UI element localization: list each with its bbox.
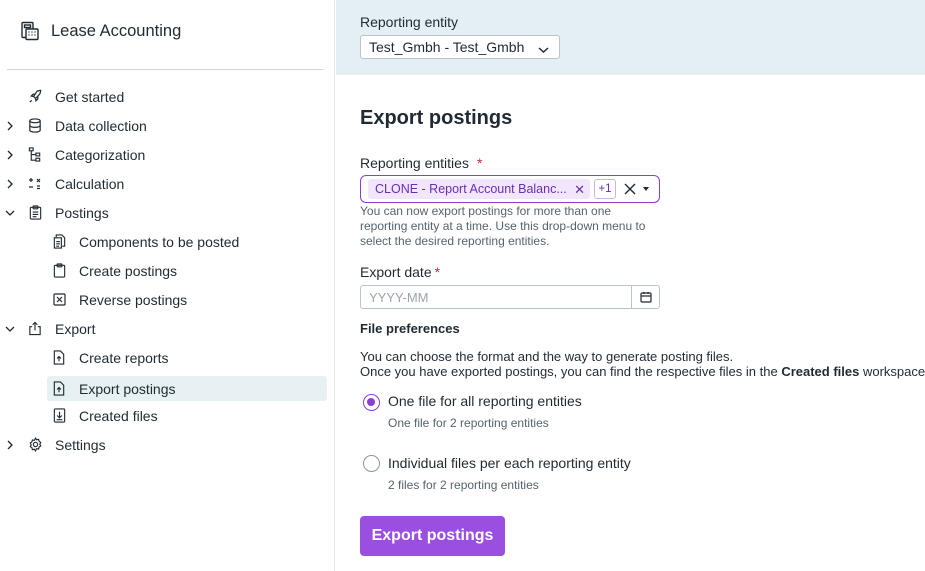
more-selected-badge[interactable]: +1 [594,179,616,199]
selected-entity-chip: CLONE - Report Account Balanc... ✕ [368,179,590,199]
export-date-label: Export date * [360,264,441,280]
required-mark: * [476,155,483,171]
chevron-down-icon [538,41,549,57]
reporting-entities-multiselect[interactable]: CLONE - Report Account Balanc... ✕ +1 [360,175,660,203]
chip-label: CLONE - Report Account Balanc... [375,182,567,196]
hierarchy-icon [27,147,43,163]
sidebar-divider [7,69,323,70]
sidebar-item-settings[interactable]: Settings [0,432,335,457]
calculator-icon [21,21,39,41]
required-mark: * [434,264,441,280]
sidebar-item-export[interactable]: Export [0,316,335,341]
sidebar: Lease Accounting Get started Data collec… [0,0,335,571]
chip-remove-icon[interactable]: ✕ [574,182,585,198]
documents-icon [51,234,67,250]
sidebar-item-categorization[interactable]: Categorization [0,142,335,167]
sidebar-item-label: Get started [55,88,125,105]
chevron-right-icon[interactable] [4,120,16,132]
sidebar-item-reverse-postings[interactable]: Reverse postings [0,287,327,312]
created-files-reference: Created files [781,364,860,379]
sidebar-item-label: Export postings [79,380,176,397]
export-icon [27,321,43,337]
file-preferences-desc-2: Once you have exported postings, you can… [360,364,925,379]
sidebar-item-created-files[interactable]: Created files [0,403,327,428]
page-title: Export postings [360,107,513,129]
main-content: Reporting entity Test_Gmbh - Test_Gmbh E… [336,0,925,571]
radio-individual-files[interactable] [363,455,380,472]
sidebar-item-data-collection[interactable]: Data collection [0,113,335,138]
export-date-input[interactable] [361,286,631,308]
sidebar-item-create-reports[interactable]: Create reports [0,345,327,370]
chevron-down-icon[interactable] [4,323,16,335]
file-export-icon [51,350,67,366]
radio-one-file[interactable] [363,394,380,411]
reporting-entity-label: Reporting entity [360,14,459,30]
clear-icon[interactable] [623,181,637,197]
clipboard-icon [51,263,67,279]
sidebar-item-components-to-be-posted[interactable]: Components to be posted [0,229,327,254]
sidebar-item-label: Settings [55,436,106,453]
sidebar-item-calculation[interactable]: Calculation [0,171,335,196]
file-download-icon [51,408,67,424]
export-postings-button[interactable]: Export postings [360,516,505,556]
app-title: Lease Accounting [51,21,182,40]
database-icon [27,118,43,134]
sidebar-item-label: Created files [79,407,158,424]
sidebar-item-label: Create postings [79,262,178,279]
clipboard-icon [27,205,43,221]
reporting-entities-label: Reporting entities * [360,155,483,171]
file-preferences-desc-1: You can choose the format and the way to… [360,349,734,364]
gear-icon [27,437,43,453]
chevron-down-icon[interactable] [4,207,16,219]
file-preferences-title: File preferences [360,321,460,336]
reporting-entity-value: Test_Gmbh - Test_Gmbh [369,39,525,55]
sidebar-item-label: Components to be posted [79,233,240,250]
chevron-right-icon[interactable] [4,439,16,451]
rocket-icon [27,89,43,105]
sidebar-item-get-started[interactable]: Get started [0,84,335,109]
sidebar-item-label: Calculation [55,175,125,192]
sidebar-item-label: Categorization [55,146,146,163]
calculator-ops-icon [27,176,43,192]
radio-individual-files-sub: 2 files for 2 reporting entities [388,478,539,492]
file-export-icon [51,381,67,397]
reporting-entities-help: You can now export postings for more tha… [360,204,646,248]
sidebar-item-postings[interactable]: Postings [0,200,335,225]
radio-one-file-sub: One file for 2 reporting entities [388,416,549,430]
dropdown-caret-icon[interactable] [643,187,649,191]
sidebar-item-label: Create reports [79,349,169,366]
reporting-entity-select[interactable]: Test_Gmbh - Test_Gmbh [360,35,560,59]
chevron-right-icon[interactable] [4,149,16,161]
sidebar-item-create-postings[interactable]: Create postings [0,258,327,283]
reverse-box-icon [51,292,67,308]
entity-bar: Reporting entity Test_Gmbh - Test_Gmbh [336,0,925,75]
sidebar-item-export-postings[interactable]: Export postings [47,376,327,401]
radio-one-file-label[interactable]: One file for all reporting entities [388,393,582,409]
sidebar-item-label: Postings [55,204,109,221]
calendar-icon[interactable] [631,286,659,308]
chevron-right-icon[interactable] [4,178,16,190]
radio-individual-files-label[interactable]: Individual files per each reporting enti… [388,455,631,471]
sidebar-item-label: Data collection [55,117,147,134]
app-header: Lease Accounting [20,21,181,41]
sidebar-item-label: Reverse postings [79,291,188,308]
export-date-field[interactable] [360,285,660,309]
sidebar-item-label: Export [55,320,96,337]
